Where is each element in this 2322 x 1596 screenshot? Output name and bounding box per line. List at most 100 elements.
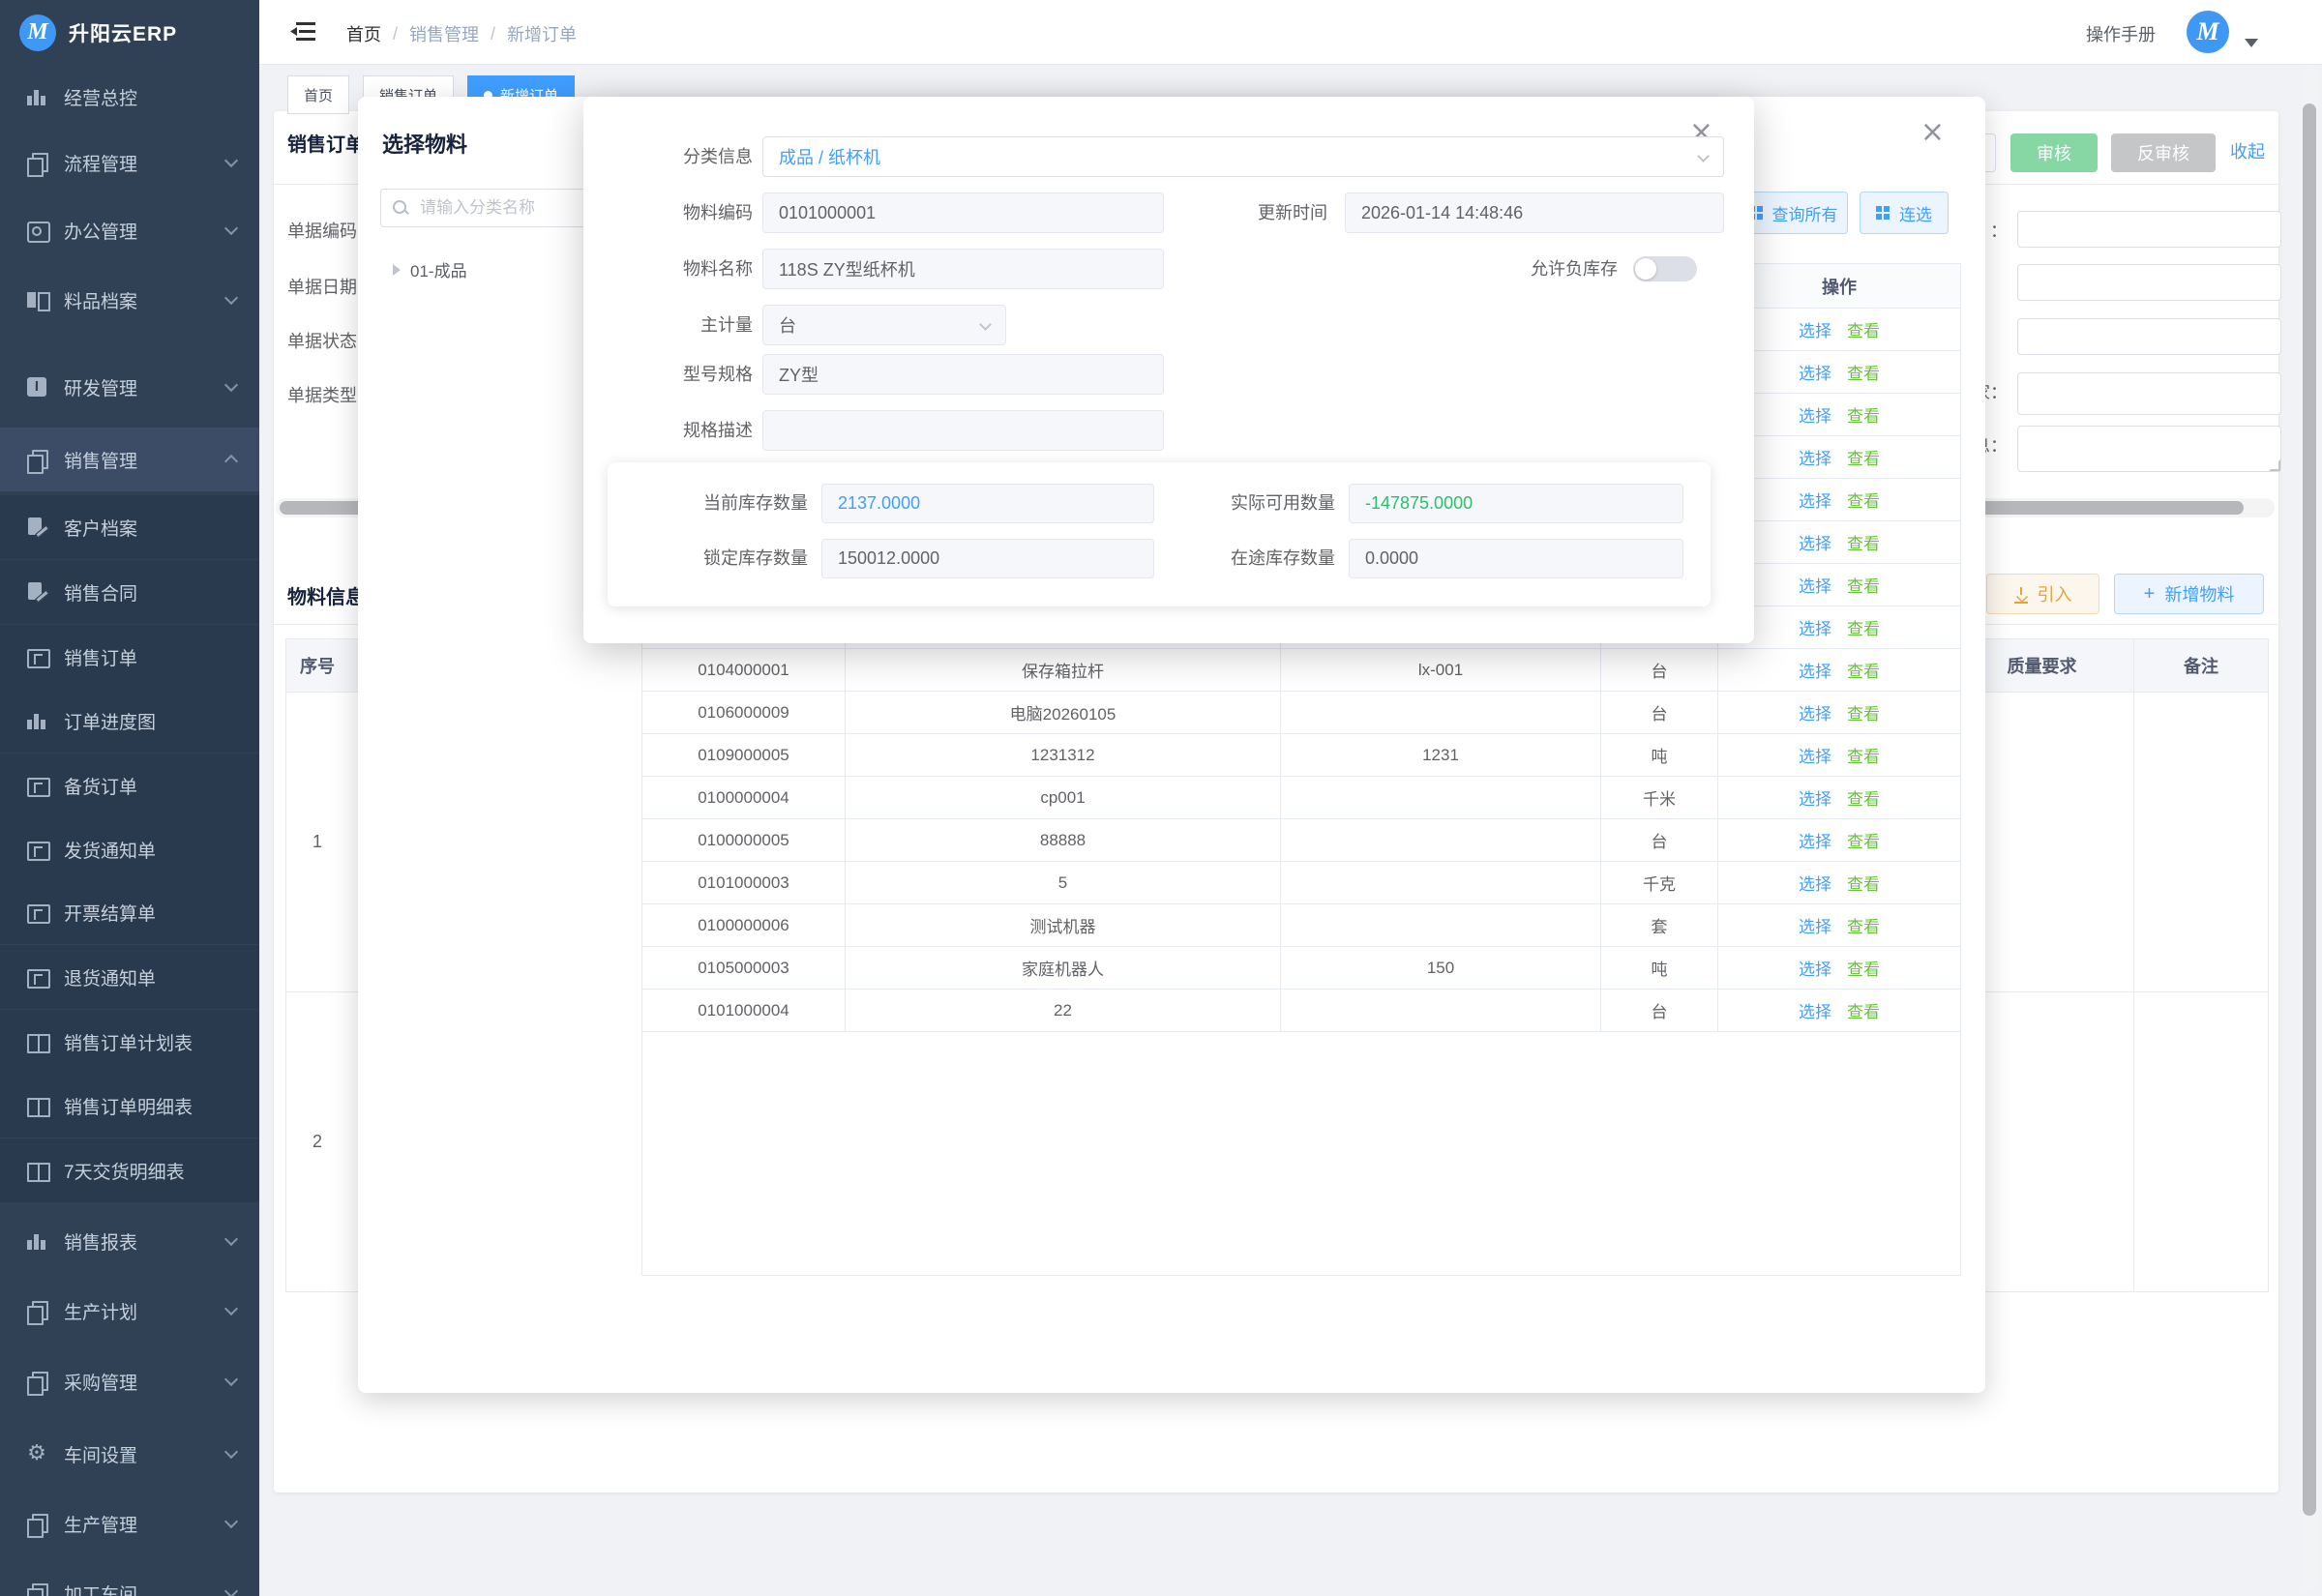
tab-0[interactable]: 首页 bbox=[287, 75, 349, 114]
view-link[interactable]: 查看 bbox=[1847, 573, 1880, 597]
material-row-14[interactable]: 0100000006测试机器套选择查看 bbox=[641, 904, 1961, 947]
view-link[interactable]: 查看 bbox=[1847, 871, 1880, 895]
sidebar-item-14[interactable]: 销售订单计划表 bbox=[0, 1010, 259, 1074]
code-field[interactable]: 0101000001 bbox=[762, 192, 1164, 233]
order-field-1[interactable] bbox=[2017, 211, 2281, 248]
select-link[interactable]: 选择 bbox=[1799, 743, 1831, 767]
sidebar-item-2[interactable]: 办公管理 bbox=[0, 198, 259, 262]
material-row-16[interactable]: 010100000422台选择查看 bbox=[641, 990, 1961, 1032]
sidebar-item-11[interactable]: 发货通知单 bbox=[0, 817, 259, 881]
sidebar-item-3[interactable]: 料品档案 bbox=[0, 268, 259, 332]
unit-select[interactable]: 台 bbox=[762, 305, 1006, 345]
select-link[interactable]: 选择 bbox=[1799, 913, 1831, 937]
sidebar-item-18[interactable]: 生产计划 bbox=[0, 1279, 259, 1343]
model-field[interactable]: ZY型 bbox=[762, 354, 1164, 395]
view-link[interactable]: 查看 bbox=[1847, 828, 1880, 852]
select-link[interactable]: 选择 bbox=[1799, 828, 1831, 852]
view-link[interactable]: 查看 bbox=[1847, 488, 1880, 512]
view-link[interactable]: 查看 bbox=[1847, 615, 1880, 639]
name-field[interactable]: 118S ZY型纸杯机 bbox=[762, 249, 1164, 289]
select-link[interactable]: 选择 bbox=[1799, 871, 1831, 895]
category-select[interactable]: 成品 / 纸杯机 bbox=[762, 136, 1724, 177]
current-stock-field[interactable]: 2137.0000 bbox=[821, 484, 1154, 523]
breadcrumb-item-1[interactable]: 销售管理 bbox=[409, 21, 479, 46]
select-link[interactable]: 选择 bbox=[1799, 317, 1831, 341]
material-row-8[interactable]: 0104000001保存箱拉杆lx-001台选择查看 bbox=[641, 649, 1961, 692]
select-link[interactable]: 选择 bbox=[1799, 573, 1831, 597]
select-link[interactable]: 选择 bbox=[1799, 445, 1831, 469]
view-link[interactable]: 查看 bbox=[1847, 402, 1880, 427]
multi-select-button[interactable]: 连选 bbox=[1860, 192, 1949, 234]
updated-field[interactable]: 2026-01-14 14:48:46 bbox=[1345, 192, 1724, 233]
sidebar-collapse-icon[interactable] bbox=[288, 17, 317, 46]
breadcrumb-item-2[interactable]: 新增订单 bbox=[507, 21, 577, 46]
select-link[interactable]: 选择 bbox=[1799, 402, 1831, 427]
view-link[interactable]: 查看 bbox=[1847, 700, 1880, 724]
sidebar-item-1[interactable]: 流程管理 bbox=[0, 131, 259, 194]
select-link[interactable]: 选择 bbox=[1799, 615, 1831, 639]
sidebar-item-0[interactable]: 经营总控 bbox=[0, 65, 259, 129]
view-link[interactable]: 查看 bbox=[1847, 743, 1880, 767]
sidebar-item-9[interactable]: 订单进度图 bbox=[0, 689, 259, 753]
sidebar-item-21[interactable]: 生产管理 bbox=[0, 1492, 259, 1555]
spec-field[interactable] bbox=[762, 410, 1164, 451]
view-link[interactable]: 查看 bbox=[1847, 360, 1880, 384]
avatar-caret-icon[interactable] bbox=[2245, 39, 2258, 47]
order-field-country[interactable] bbox=[2017, 372, 2281, 415]
audit-button[interactable]: 审核 bbox=[2010, 133, 2098, 172]
sidebar-item-10[interactable]: 备货订单 bbox=[0, 754, 259, 817]
sidebar-item-17[interactable]: 销售报表 bbox=[0, 1209, 259, 1273]
order-field-2[interactable] bbox=[2017, 264, 2281, 301]
sidebar-item-8[interactable]: 销售订单 bbox=[0, 625, 259, 689]
select-link[interactable]: 选择 bbox=[1799, 700, 1831, 724]
material-row-11[interactable]: 0100000004cp001千米选择查看 bbox=[641, 777, 1961, 819]
sidebar-item-19[interactable]: 采购管理 bbox=[0, 1349, 259, 1413]
select-link[interactable]: 选择 bbox=[1799, 785, 1831, 810]
sidebar-item-4[interactable]: 研发管理 bbox=[0, 355, 259, 419]
query-all-button[interactable]: 查询所有 bbox=[1739, 192, 1848, 234]
view-link[interactable]: 查看 bbox=[1847, 956, 1880, 980]
view-link[interactable]: 查看 bbox=[1847, 658, 1880, 682]
material-row-15[interactable]: 0105000003家庭机器人150吨选择查看 bbox=[641, 947, 1961, 990]
select-link[interactable]: 选择 bbox=[1799, 488, 1831, 512]
select-link[interactable]: 选择 bbox=[1799, 530, 1831, 554]
select-link[interactable]: 选择 bbox=[1799, 956, 1831, 980]
material-row-10[interactable]: 010900000512313121231吨选择查看 bbox=[641, 734, 1961, 777]
sidebar-item-20[interactable]: 车间设置 bbox=[0, 1422, 259, 1486]
sidebar-item-13[interactable]: 退货通知单 bbox=[0, 945, 259, 1009]
unaudit-button[interactable]: 反审核 bbox=[2111, 133, 2216, 172]
select-link[interactable]: 选择 bbox=[1799, 998, 1831, 1022]
allow-negative-toggle[interactable] bbox=[1633, 256, 1697, 281]
category-tree-item[interactable]: 01-成品 bbox=[393, 257, 467, 281]
view-link[interactable]: 查看 bbox=[1847, 785, 1880, 810]
view-link[interactable]: 查看 bbox=[1847, 913, 1880, 937]
avatar[interactable]: M bbox=[2187, 11, 2229, 53]
sidebar-item-22[interactable]: 加工车间 bbox=[0, 1561, 259, 1596]
locked-stock-field[interactable]: 150012.0000 bbox=[821, 539, 1154, 578]
breadcrumb-item-0[interactable]: 首页 bbox=[346, 21, 381, 46]
manual-link[interactable]: 操作手册 bbox=[2086, 21, 2156, 46]
import-button[interactable]: 引入 bbox=[1986, 574, 2099, 614]
collapse-link[interactable]: 收起 bbox=[2230, 138, 2265, 163]
vertical-scrollbar-thumb[interactable] bbox=[2303, 103, 2316, 1516]
material-row-13[interactable]: 01010000035千克选择查看 bbox=[641, 862, 1961, 904]
view-link[interactable]: 查看 bbox=[1847, 998, 1880, 1022]
tree-caret-icon[interactable] bbox=[393, 264, 401, 276]
view-link[interactable]: 查看 bbox=[1847, 445, 1880, 469]
select-link[interactable]: 选择 bbox=[1799, 360, 1831, 384]
sidebar-item-5[interactable]: 销售管理 bbox=[0, 428, 259, 491]
sidebar-item-16[interactable]: 7天交货明细表 bbox=[0, 1138, 259, 1202]
material-row-12[interactable]: 010000000588888台选择查看 bbox=[641, 819, 1961, 862]
select-link[interactable]: 选择 bbox=[1799, 658, 1831, 682]
sidebar-item-7[interactable]: 销售合同 bbox=[0, 560, 259, 624]
view-link[interactable]: 查看 bbox=[1847, 317, 1880, 341]
sidebar-item-12[interactable]: 开票结算单 bbox=[0, 880, 259, 944]
add-material-button[interactable]: + 新增物料 bbox=[2114, 574, 2264, 614]
available-stock-field[interactable]: -147875.0000 bbox=[1349, 484, 1683, 523]
order-field-info[interactable] bbox=[2017, 426, 2281, 472]
transit-stock-field[interactable]: 0.0000 bbox=[1349, 539, 1683, 578]
material-row-9[interactable]: 0106000009电脑20260105台选择查看 bbox=[641, 692, 1961, 734]
sidebar-item-15[interactable]: 销售订单明细表 bbox=[0, 1074, 259, 1138]
view-link[interactable]: 查看 bbox=[1847, 530, 1880, 554]
order-field-3[interactable] bbox=[2017, 318, 2281, 355]
